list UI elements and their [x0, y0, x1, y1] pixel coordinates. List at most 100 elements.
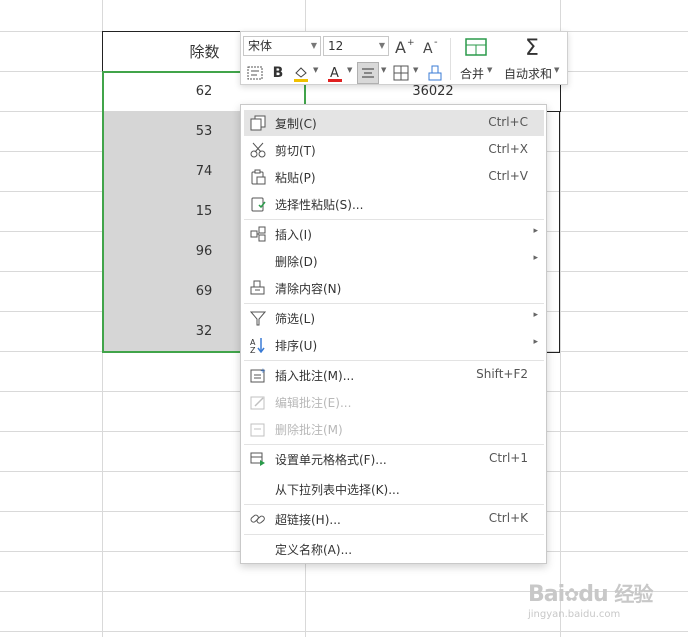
borders-button[interactable] [391, 63, 411, 83]
comment-edit-icon [250, 396, 265, 410]
font-size-value: 12 [328, 39, 344, 53]
chevron-down-icon[interactable]: ▼ [554, 66, 559, 74]
grid-row-line [0, 631, 688, 632]
autosum-label[interactable]: 自动求和 [504, 65, 552, 82]
eraser-icon [250, 280, 265, 295]
svg-text:-: - [434, 37, 438, 48]
menu-item-clear[interactable]: 清除内容(N) [244, 275, 544, 301]
paw-icon: ✿ [564, 585, 579, 606]
link-icon [250, 514, 265, 524]
menu-item-label: 删除(D) [275, 255, 318, 269]
font-name-value: 宋体 [248, 39, 273, 53]
menu-item-define-name[interactable]: 定义名称(A)... [244, 536, 544, 562]
wrap-text-button[interactable] [245, 63, 265, 83]
watermark-cn: 经验 [614, 582, 653, 606]
menu-item-label: 超链接(H)... [275, 513, 341, 527]
menu-separator [244, 504, 544, 505]
submenu-arrow-icon: ▸ [533, 226, 538, 236]
context-menu: 复制(C) Ctrl+C 剪切(T) Ctrl+X 粘贴(P) Ctrl+V 选… [240, 104, 547, 564]
font-name-select[interactable]: 宋体 ▼ [243, 36, 321, 56]
menu-item-paste[interactable]: 粘贴(P) Ctrl+V [244, 164, 544, 190]
font-grow-icon: A + [395, 38, 414, 55]
chevron-down-icon[interactable]: ▼ [313, 66, 318, 74]
menu-item-hyperlink[interactable]: 超链接(H)... Ctrl+K [244, 506, 544, 532]
borders-icon [393, 65, 409, 81]
watermark-brand-suffix: du [578, 582, 608, 607]
chevron-down-icon[interactable]: ▼ [487, 66, 492, 74]
menu-item-shortcut: Ctrl+C [488, 115, 528, 129]
menu-item-cut[interactable]: 剪切(T) Ctrl+X [244, 137, 544, 163]
format-cells-icon [250, 452, 265, 466]
svg-text:+: + [260, 367, 266, 375]
menu-item-label: 剪切(T) [275, 144, 316, 158]
watermark-brand: Bai [528, 582, 565, 607]
menu-item-label: 复制(C) [275, 117, 317, 131]
menu-item-label: 删除批注(M) [275, 423, 343, 437]
merge-button[interactable] [461, 34, 491, 60]
menu-item-pick-from-list[interactable]: 从下拉列表中选择(K)... [244, 476, 544, 502]
menu-item-delete[interactable]: 删除(D) ▸ [244, 248, 544, 274]
menu-item-shortcut: Ctrl+X [488, 142, 528, 156]
chevron-down-icon[interactable]: ▼ [381, 66, 386, 74]
menu-item-label: 清除内容(N) [275, 282, 342, 296]
menu-item-label: 编辑批注(E)... [275, 396, 352, 410]
menu-item-shortcut: Ctrl+V [488, 169, 528, 183]
submenu-arrow-icon: ▸ [533, 337, 538, 347]
comment-delete-icon [250, 423, 265, 437]
font-size-select[interactable]: 12 ▼ [323, 36, 389, 56]
filter-icon [250, 311, 266, 326]
submenu-arrow-icon: ▸ [533, 310, 538, 320]
format-painter-icon [428, 65, 442, 81]
copy-icon [250, 115, 266, 131]
paint-bucket-icon [294, 67, 308, 82]
bold-button[interactable]: B [269, 63, 287, 83]
increase-font-button[interactable]: A + [393, 35, 415, 57]
svg-text:A: A [395, 38, 406, 55]
scissors-icon [250, 142, 266, 158]
svg-text:Σ: Σ [525, 36, 539, 59]
clipboard-icon [251, 169, 266, 185]
menu-item-edit-comment[interactable]: 编辑批注(E)... [244, 389, 544, 415]
sort-az-icon: AZ [250, 338, 265, 353]
menu-item-paste-special[interactable]: 选择性粘贴(S)... [244, 191, 544, 217]
menu-item-insert[interactable]: 插入(I) ▸ [244, 221, 544, 247]
bold-icon: B [272, 65, 284, 81]
baidu-watermark: Bai✿du 经验 jingyan.baidu.com [528, 578, 653, 620]
autosum-button[interactable]: Σ [519, 34, 549, 60]
menu-item-label: 从下拉列表中选择(K)... [275, 483, 400, 497]
font-shrink-icon: A- [423, 37, 438, 55]
insert-cells-icon [250, 226, 266, 242]
menu-item-label: 插入批注(M)... [275, 369, 355, 383]
menu-item-copy[interactable]: 复制(C) Ctrl+C [244, 110, 544, 136]
align-center-button[interactable] [357, 62, 379, 84]
svg-text:A: A [330, 66, 339, 81]
menu-item-shortcut: Ctrl+K [488, 511, 528, 525]
toolbar-divider [450, 38, 451, 80]
font-color-button[interactable]: A [325, 63, 345, 83]
menu-item-sort[interactable]: AZ 排序(U) ▸ [244, 332, 544, 358]
menu-item-filter[interactable]: 筛选(L) ▸ [244, 305, 544, 331]
mini-toolbar: 宋体 ▼ 12 ▼ A + A- 合并 ▼ Σ 自动求和 ▼ B ▼ A ▼ ▼ … [240, 31, 568, 85]
chevron-down-icon: ▼ [310, 41, 317, 50]
submenu-arrow-icon: ▸ [533, 253, 538, 263]
menu-separator [244, 534, 544, 535]
watermark-url: jingyan.baidu.com [528, 609, 621, 620]
chevron-down-icon[interactable]: ▼ [413, 66, 418, 74]
menu-item-format-cells[interactable]: 设置单元格格式(F)... Ctrl+1 [244, 446, 544, 472]
format-painter-button[interactable] [425, 63, 445, 83]
svg-text:+: + [407, 38, 414, 48]
menu-item-label: 插入(I) [275, 228, 312, 242]
sigma-icon: Σ [525, 36, 539, 59]
fill-color-button[interactable] [291, 63, 311, 83]
menu-separator [244, 444, 544, 445]
chevron-down-icon[interactable]: ▼ [347, 66, 352, 74]
merge-cells-icon [465, 38, 487, 56]
merge-label[interactable]: 合并 [460, 65, 484, 82]
font-color-icon: A [328, 66, 342, 82]
align-center-icon [362, 68, 374, 78]
decrease-font-button[interactable]: A- [421, 35, 443, 57]
svg-text:A: A [423, 41, 433, 55]
menu-item-delete-comment[interactable]: 删除批注(M) [244, 416, 544, 442]
menu-item-label: 设置单元格格式(F)... [275, 453, 387, 467]
menu-item-insert-comment[interactable]: + 插入批注(M)... Shift+F2 [244, 362, 544, 388]
